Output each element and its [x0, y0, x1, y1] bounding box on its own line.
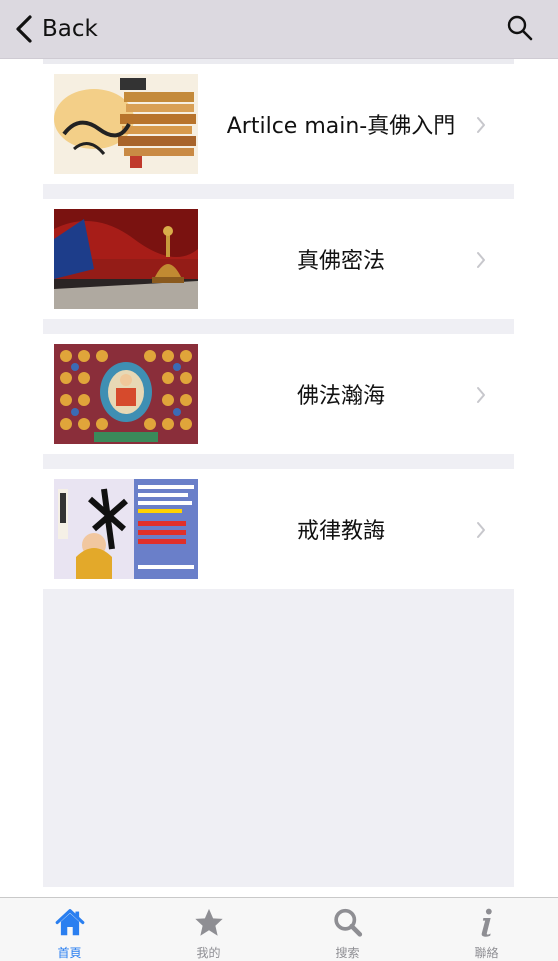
tab-label: 聯絡 — [474, 946, 499, 960]
thangka-mandala-thumbnail — [54, 344, 198, 444]
back-button[interactable]: Back — [14, 12, 98, 46]
chevron-right-icon — [477, 117, 485, 133]
list-item-dharma-ocean[interactable]: 佛法瀚海 — [43, 334, 514, 454]
tab-mine[interactable]: 我的 — [139, 898, 278, 961]
home-icon — [55, 909, 84, 936]
chevron-right-icon — [477, 522, 485, 538]
tab-contact[interactable]: 聯絡 — [417, 898, 556, 961]
search-icon — [333, 908, 362, 937]
list-item-precepts-teaching[interactable]: 戒律教誨 — [43, 469, 514, 589]
tab-label: 首頁 — [57, 946, 82, 960]
list-item-title: Artilce main-真佛入門 — [226, 114, 456, 139]
star-icon — [194, 908, 223, 936]
navigation-bar: Back — [0, 0, 558, 59]
search-icon[interactable] — [506, 14, 534, 42]
book-calligraphy-thumbnail — [54, 74, 198, 174]
tab-label: 我的 — [196, 946, 221, 960]
tab-bar: 首頁 我的 搜索 聯絡 — [0, 897, 558, 961]
list-item-title: 佛法瀚海 — [296, 384, 385, 409]
chevron-right-icon — [477, 252, 485, 268]
tab-search[interactable]: 搜索 — [278, 898, 417, 961]
list-item-title: 戒律教誨 — [296, 519, 385, 544]
vajra-bell-thumbnail — [54, 209, 198, 309]
list-item-true-buddha-tantra[interactable]: 真佛密法 — [43, 199, 514, 319]
list-item-article-main[interactable]: Artilce main-真佛入門 — [43, 64, 514, 184]
list-item-title: 真佛密法 — [296, 249, 385, 274]
info-icon — [481, 908, 492, 937]
precepts-poster-thumbnail — [54, 479, 198, 579]
tab-home[interactable]: 首頁 — [0, 898, 139, 961]
chevron-right-icon — [477, 387, 485, 403]
chevron-left-icon — [16, 15, 32, 43]
content-area: Artilce main-真佛入門 真佛密法 佛法瀚海 戒律教誨 — [0, 59, 558, 897]
article-list: Artilce main-真佛入門 真佛密法 佛法瀚海 戒律教誨 — [43, 59, 514, 887]
back-label: Back — [42, 16, 98, 42]
tab-label: 搜索 — [335, 946, 360, 960]
